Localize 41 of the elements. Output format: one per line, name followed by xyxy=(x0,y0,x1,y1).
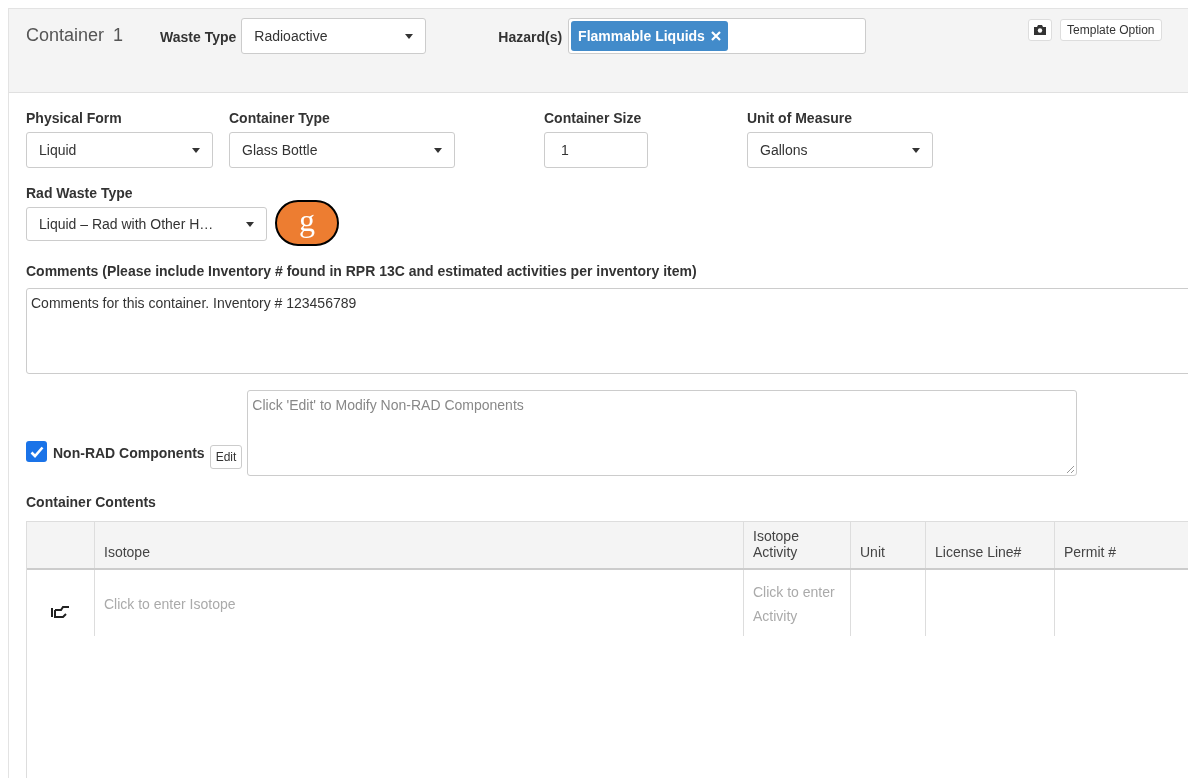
checkbox-label: Non-RAD Components xyxy=(53,444,205,463)
hazard-tag[interactable]: Flammable Liquids xyxy=(571,21,728,51)
field-label: Hazard(s) xyxy=(498,28,563,47)
edit-button[interactable]: Edit xyxy=(209,445,243,469)
resize-grip-icon[interactable] xyxy=(1066,465,1075,473)
camera-icon xyxy=(1034,25,1047,35)
dropdown-select[interactable]: Liquid xyxy=(26,132,213,168)
caret-icon xyxy=(192,147,200,153)
container-number: 1 xyxy=(113,24,124,47)
checkbox[interactable] xyxy=(26,441,47,462)
field-label: Waste Type xyxy=(160,28,237,47)
column-header: Isotope Activity xyxy=(753,528,800,560)
callout-marker: g xyxy=(275,200,339,246)
comments-textarea[interactable]: Comments for this container. Inventory # 123456789 xyxy=(26,288,1188,374)
column-header: Unit xyxy=(860,544,885,560)
column-header: Permit # xyxy=(1064,544,1117,560)
column-header: License Line# xyxy=(935,544,1022,560)
column-header: Isotope xyxy=(104,544,150,560)
field-label: Container Size xyxy=(544,109,643,128)
container-title: Container xyxy=(26,24,105,47)
dropdown-select[interactable]: Gallons xyxy=(747,132,933,168)
hazards-field[interactable]: Flammable Liquids xyxy=(568,18,867,54)
dropdown-select[interactable]: Glass Bottle xyxy=(229,132,455,168)
input-field[interactable]: 1 xyxy=(544,132,648,168)
field-label: Rad Waste Type xyxy=(26,184,134,203)
waste-type-select[interactable]: Radioactive xyxy=(241,18,427,54)
caret-icon xyxy=(912,147,920,153)
field-label: Comments (Please include Inventory # found in RPR 13C and estimated activities per inventory item) xyxy=(26,262,698,281)
pointing-hand-icon[interactable] xyxy=(50,605,71,619)
non-rad-components-textarea[interactable]: Click 'Edit' to Modify Non-RAD Components xyxy=(247,390,1078,476)
caret-icon xyxy=(405,33,414,39)
template-options-button[interactable]: Template Option xyxy=(1060,19,1162,41)
field-label: Physical Form xyxy=(26,109,123,128)
camera-button[interactable] xyxy=(1028,19,1053,41)
caret-icon xyxy=(246,221,254,227)
field-label: Unit of Measure xyxy=(747,109,853,128)
caret-icon xyxy=(434,147,442,153)
remove-icon[interactable] xyxy=(710,31,721,41)
rad-waste-type-select[interactable]: Liquid – Rad with Other H… xyxy=(26,207,267,241)
field-label: Container Type xyxy=(229,109,331,128)
section-title: Container Contents xyxy=(26,493,157,512)
